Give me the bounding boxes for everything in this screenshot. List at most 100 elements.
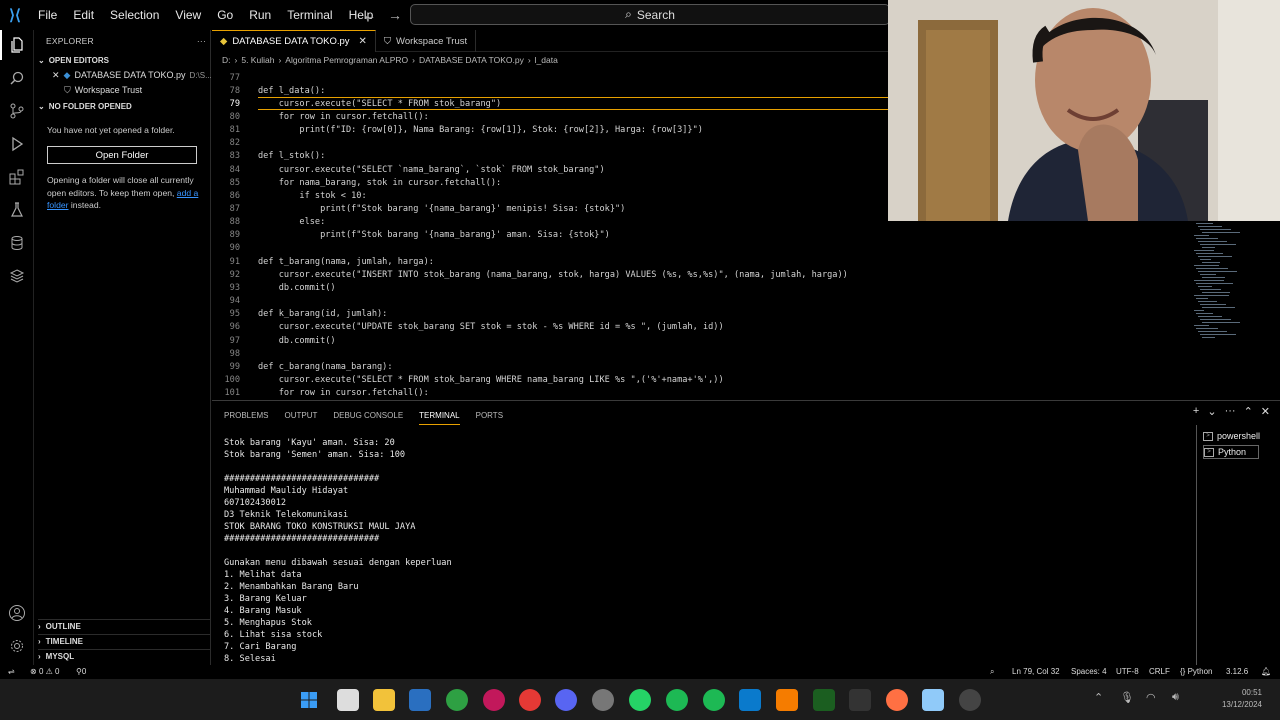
layers-icon[interactable] [0,261,34,291]
tab-output[interactable]: OUTPUT [284,407,317,425]
volume-icon[interactable]: 🔊︎ [1172,691,1179,704]
code-line[interactable]: 94 [212,295,888,308]
command-center-search[interactable]: ⌕ Search [410,4,890,25]
terminal-powershell[interactable]: > powershell [1203,429,1260,443]
store-icon[interactable] [409,689,431,711]
tab-database-data-toko[interactable]: ◆ DATABASE DATA TOKO.py ✕ [212,30,376,52]
settings-gear-icon[interactable] [0,631,34,661]
vscode-taskbar-icon[interactable] [739,689,761,711]
tab-ports[interactable]: PORTS [476,407,503,425]
remote-indicator-icon[interactable]: ⇌ [8,665,15,679]
tab-problems[interactable]: PROBLEMS [224,407,268,425]
tab-workspace-trust[interactable]: ⛉ Workspace Trust [376,30,477,52]
code-line[interactable]: 100 cursor.execute("SELECT * FROM stok_b… [212,373,888,386]
indentation[interactable]: Spaces: 4 [1071,665,1107,679]
code-line[interactable]: 92 cursor.execute("INSERT INTO stok_bara… [212,268,888,281]
open-editors-section[interactable]: ⌄ OPEN EDITORS [38,53,109,67]
encoding[interactable]: UTF-8 [1116,665,1139,679]
code-line[interactable]: 97 db.commit() [212,334,888,347]
notifications-bell-icon[interactable]: 🔔︎ [1261,665,1271,679]
close-icon[interactable]: ✕ [359,36,367,47]
code-line[interactable]: 87 print(f"Stok barang '{nama_barang}' m… [212,203,888,216]
chrome-icon[interactable] [446,689,468,711]
wifi-icon[interactable]: ◠ [1146,691,1156,704]
terminal-app-icon[interactable] [813,689,835,711]
extensions-icon[interactable] [0,162,34,192]
cursor-position[interactable]: Ln 79, Col 32 [1012,665,1060,679]
menu-terminal[interactable]: Terminal [279,0,340,30]
language-mode[interactable]: {} Python [1180,665,1212,679]
open-editor-item-database[interactable]: ✕ ◆ DATABASE DATA TOKO.py D:\S... [52,68,212,82]
code-line[interactable]: 80 for row in cursor.fetchall(): [212,110,888,123]
breadcrumb-item[interactable]: 5. Kuliah [241,55,274,67]
code-line[interactable]: 78 def l_data(): [212,84,888,97]
back-arrow-icon[interactable]: ← [362,7,376,23]
file-explorer-icon[interactable] [373,689,395,711]
more-actions-icon[interactable]: ··· [197,36,206,48]
code-line[interactable]: 83 def l_stok(): [212,150,888,163]
new-terminal-icon[interactable]: + [1193,405,1199,418]
timeline-section[interactable]: › TIMELINE [38,634,211,648]
code-line[interactable]: 77 [212,71,888,84]
more-actions-icon[interactable]: ··· [1225,405,1236,418]
breadcrumb-item[interactable]: l_data [535,55,558,67]
minimap[interactable] [1190,220,1245,340]
spotify-icon[interactable] [666,689,688,711]
tab-terminal[interactable]: TERMINAL [419,407,460,425]
app-circle-icon[interactable] [959,689,981,711]
terminal-python[interactable]: > Python [1203,445,1260,459]
spotify-alt-icon[interactable] [703,689,725,711]
breadcrumb-item[interactable]: Algoritma Pemrograman ALPRO [285,55,408,67]
mysql-section[interactable]: › MYSQL [38,649,211,663]
zoom-icon[interactable]: ⌕ [990,665,994,679]
errors-status[interactable]: ⊗ 0 ⚠ 0 [30,665,59,679]
microphone-icon[interactable]: 🎙︎ [1120,691,1134,704]
taskbar-clock[interactable]: 00:51 13/12/2024 [1222,687,1262,711]
close-panel-icon[interactable]: ✕ [1261,405,1270,418]
no-folder-section[interactable]: ⌄ NO FOLDER OPENED [38,99,132,113]
code-line[interactable]: 99 def c_barang(nama_barang): [212,360,888,373]
code-line[interactable]: 84 cursor.execute("SELECT `nama_barang`,… [212,163,888,176]
code-line[interactable]: 82 [212,137,888,150]
open-folder-button[interactable]: Open Folder [47,146,197,164]
code-line[interactable]: 93 db.commit() [212,281,888,294]
code-line[interactable]: 101 for row in cursor.fetchall(): [212,387,888,400]
code-editor[interactable]: 77 78 def l_data(): 79 cursor.execute("SELE… [212,70,888,400]
line-ending[interactable]: CRLF [1149,665,1170,679]
app-icon-pink[interactable] [483,689,505,711]
terminal-output[interactable]: Stok barang 'Kayu' aman. Sisa: 20 Stok ba… [224,437,1194,667]
breadcrumb-item[interactable]: DATABASE DATA TOKO.py [419,55,524,67]
code-line[interactable]: 85 for nama_barang, stok in cursor.fetch… [212,176,888,189]
menu-view[interactable]: View [167,0,209,30]
xampp-icon[interactable] [776,689,798,711]
discord-icon[interactable] [555,689,577,711]
run-debug-icon[interactable] [0,129,34,159]
code-line[interactable]: 95 def k_barang(id, jumlah): [212,308,888,321]
windows-start-icon[interactable] [298,689,320,711]
menu-go[interactable]: Go [209,0,241,30]
breadcrumb-item[interactable]: D: [222,55,231,67]
menu-run[interactable]: Run [241,0,279,30]
code-line[interactable]: 86 if stok < 10: [212,189,888,202]
menu-edit[interactable]: Edit [65,0,102,30]
open-editor-item-workspace-trust[interactable]: ⛉ Workspace Trust [64,83,142,97]
code-line[interactable]: 89 print(f"Stok barang '{nama_barang}' a… [212,229,888,242]
outline-section[interactable]: › OUTLINE [38,619,211,633]
task-view-icon[interactable] [337,689,359,711]
account-icon[interactable] [0,598,34,628]
code-line[interactable]: 88 else: [212,216,888,229]
code-line[interactable]: 81 print(f"ID: {row[0]}, Nama Barang: {r… [212,124,888,137]
search-view-icon[interactable] [0,63,34,93]
source-control-icon[interactable] [0,96,34,126]
testing-flask-icon[interactable] [0,195,34,225]
explorer-files-icon[interactable] [0,30,34,60]
database-icon[interactable] [0,228,34,258]
ports-status[interactable]: ⚲0 [76,665,86,679]
tray-chevron-icon[interactable]: ⌃ [1094,691,1103,704]
python-version[interactable]: 3.12.6 [1226,665,1248,679]
code-line[interactable]: 90 [212,242,888,255]
tab-debug-console[interactable]: DEBUG CONSOLE [333,407,403,425]
code-line[interactable]: 91 def t_barang(nama, jumlah, harga): [212,255,888,268]
chevron-down-icon[interactable]: ⌄ [1207,405,1216,418]
epic-games-icon[interactable] [849,689,871,711]
